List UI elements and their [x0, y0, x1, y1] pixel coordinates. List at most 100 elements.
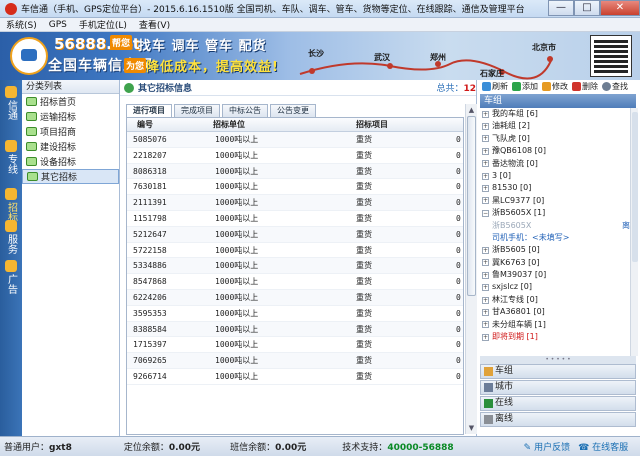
filter-offline-button[interactable]: 离线: [480, 412, 636, 427]
scroll-down-icon[interactable]: ▼: [467, 423, 476, 433]
rail-item-chat[interactable]: 信通: [0, 86, 22, 123]
minimize-button[interactable]: —: [548, 0, 574, 16]
tree-node[interactable]: +3 [0]: [480, 170, 630, 182]
expand-icon[interactable]: +: [482, 333, 489, 341]
table-row[interactable]: 7630181 1000吨以上 重货 0: [127, 179, 463, 196]
online-service-link[interactable]: ☎ 在线客服: [574, 440, 632, 453]
tree-node[interactable]: + 油耗组 [2]: [480, 120, 630, 132]
menu-system[interactable]: 系统(S): [0, 18, 43, 31]
expand-icon[interactable]: +: [482, 308, 489, 316]
scroll-thumb[interactable]: [467, 116, 476, 296]
table-row[interactable]: 6224206 1000吨以上 重货 0: [127, 289, 463, 306]
delete-button[interactable]: 删除: [572, 81, 598, 92]
tree-node[interactable]: + 即将到期 [1]: [480, 331, 630, 343]
expand-icon[interactable]: +: [482, 296, 489, 304]
column-header[interactable]: 编号: [127, 118, 211, 131]
category-item[interactable]: 设备招标: [22, 154, 119, 169]
column-header[interactable]: 招标单位: [211, 118, 356, 131]
column-header[interactable]: [456, 118, 463, 131]
table-row[interactable]: 7069265 1000吨以上 重货 0: [127, 353, 463, 369]
tab-notice-change[interactable]: 公告变更: [270, 104, 316, 117]
tree-node[interactable]: + 浙B5605 [0]: [480, 244, 630, 256]
table-row[interactable]: 9266714 1000吨以上 重货 0: [127, 369, 463, 385]
table-row[interactable]: 5085076 1000吨以上 重货 0: [127, 132, 463, 148]
main-scrollbar[interactable]: ▲ ▼: [465, 104, 477, 434]
table-row[interactable]: 5722158 1000吨以上 重货 0: [127, 243, 463, 259]
column-header[interactable]: 招标项目: [356, 118, 456, 131]
table-row[interactable]: 2111391 1000吨以上 重货 0: [127, 195, 463, 211]
edit-button[interactable]: 修改: [542, 81, 568, 92]
button-label: 城市: [495, 382, 514, 392]
category-item[interactable]: 建设招标: [22, 139, 119, 154]
table-row[interactable]: 3595353 1000吨以上 重货 0: [127, 306, 463, 322]
expand-icon[interactable]: +: [482, 172, 489, 180]
expand-icon[interactable]: +: [482, 135, 489, 143]
tree-node[interactable]: + 甘A36801 [0]: [480, 306, 630, 318]
tree-node[interactable]: + 黑LC9377 [0]: [480, 195, 630, 207]
table-cell: 重货: [356, 182, 372, 192]
filter-city-button[interactable]: 城市: [480, 380, 636, 395]
table-row[interactable]: 8388584 1000吨以上 重货 0: [127, 321, 463, 338]
feedback-link[interactable]: ✎ 用户反馈: [520, 440, 574, 453]
tree-node[interactable]: +81530 [0]: [480, 182, 630, 194]
tree-node[interactable]: + 飞队虎 [0]: [480, 133, 630, 145]
tab-completed[interactable]: 完成项目: [174, 104, 220, 117]
category-item[interactable]: 运输招标: [22, 109, 119, 124]
close-button[interactable]: ✕: [600, 0, 640, 16]
expand-icon[interactable]: +: [482, 271, 489, 279]
splitter-handle[interactable]: • • • • •: [480, 356, 636, 364]
category-item-selected[interactable]: 其它招标: [22, 169, 119, 184]
scroll-up-icon[interactable]: ▲: [467, 105, 476, 115]
filter-online-button[interactable]: 在线: [480, 396, 636, 411]
tree-node[interactable]: + 未分组车辆 [1]: [480, 319, 630, 331]
collapse-icon[interactable]: −: [482, 209, 489, 217]
tree-node[interactable]: + 豫QB6108 [0]: [480, 145, 630, 157]
expand-icon[interactable]: +: [482, 284, 489, 292]
tab-award-notice[interactable]: 中标公告: [222, 104, 268, 117]
tree-scrollbar[interactable]: [630, 108, 638, 356]
tree-node[interactable]: − 浙B5605X [1]: [480, 207, 630, 219]
menu-view[interactable]: 查看(V): [133, 18, 176, 31]
table-row[interactable]: 1715397 1000吨以上 重货 0: [127, 337, 463, 354]
rail-item-service[interactable]: 服务: [0, 220, 22, 257]
category-item[interactable]: 项目招商: [22, 124, 119, 139]
rail-item-label: 广告: [5, 274, 17, 294]
expand-icon[interactable]: +: [482, 123, 489, 131]
rail-item-route[interactable]: 专线: [0, 140, 22, 177]
tree-node[interactable]: + 我的车组 [6]: [480, 108, 630, 120]
category-item[interactable]: 招标首页: [22, 94, 119, 109]
expand-icon[interactable]: +: [482, 197, 489, 205]
tree-node[interactable]: + 冀K6763 [0]: [480, 257, 630, 269]
table-row[interactable]: 5212647 1000吨以上 重货 0: [127, 226, 463, 243]
tree-node[interactable]: 浙B5605X 离线: [480, 220, 630, 232]
tree-node[interactable]: + 林江专线 [0]: [480, 294, 630, 306]
table-row[interactable]: 5334886 1000吨以上 重货 0: [127, 258, 463, 275]
search-button[interactable]: 查找: [602, 81, 628, 92]
tree-node[interactable]: 司机手机：<未填写>: [480, 232, 630, 244]
expand-icon[interactable]: +: [482, 321, 489, 329]
table-row[interactable]: 8086318 1000吨以上 重货 0: [127, 163, 463, 180]
expand-icon[interactable]: +: [482, 246, 489, 254]
expand-icon[interactable]: +: [482, 259, 489, 267]
scroll-thumb[interactable]: [632, 112, 638, 262]
filter-group-button[interactable]: 车组: [480, 364, 636, 379]
table-row[interactable]: 2218207 1000吨以上 重货 0: [127, 148, 463, 164]
tree-node-label: 浙B5605 [0]: [492, 245, 540, 255]
tree-node[interactable]: + 鲁M39037 [0]: [480, 269, 630, 281]
expand-icon[interactable]: +: [482, 110, 489, 118]
menu-phone-locate[interactable]: 手机定位(L): [73, 18, 133, 31]
maximize-button[interactable]: □: [574, 0, 600, 16]
menu-gps[interactable]: GPS: [43, 20, 73, 30]
rail-item-ad[interactable]: 广告: [0, 260, 22, 297]
add-button[interactable]: 添加: [512, 81, 538, 92]
expand-icon[interactable]: +: [482, 185, 489, 193]
tab-ongoing[interactable]: 进行项目: [126, 104, 172, 117]
refresh-button[interactable]: 刷新: [482, 81, 508, 92]
tree-node[interactable]: + sxjslcz [0]: [480, 281, 630, 293]
table-row[interactable]: 8547868 1000吨以上 重货 0: [127, 274, 463, 290]
category-item-label: 设备招标: [40, 158, 77, 168]
tree-node[interactable]: + 番达物流 [0]: [480, 158, 630, 170]
expand-icon[interactable]: +: [482, 147, 489, 155]
expand-icon[interactable]: +: [482, 160, 489, 168]
table-row[interactable]: 1151798 1000吨以上 重货 0: [127, 211, 463, 227]
